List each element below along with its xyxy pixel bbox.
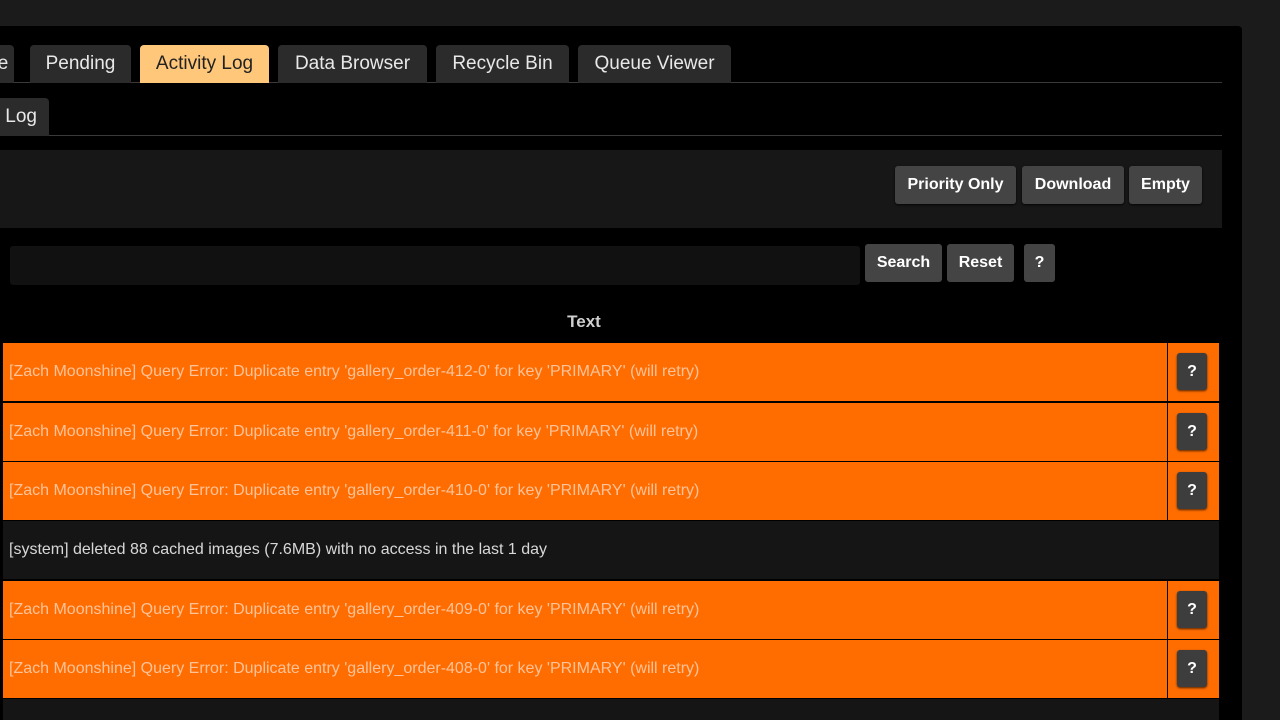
log-row: [Zach Moonshine] Query Error: Duplicate … — [3, 640, 1219, 698]
tab-partial[interactable]: e — [0, 45, 14, 83]
row-help-button[interactable]: ? — [1177, 353, 1207, 390]
log-row-system: [system] deleted 88 cached images (7.6MB… — [3, 521, 1219, 579]
secondary-tab-bar: Log — [0, 98, 1222, 136]
log-row: [Zach Moonshine] Query Error: Duplicate … — [3, 581, 1219, 639]
log-row-partial — [3, 699, 1219, 720]
log-row-text: [Zach Moonshine] Query Error: Duplicate … — [9, 482, 700, 499]
tab-data-browser[interactable]: Data Browser — [278, 45, 427, 83]
log-row-text: [Zach Moonshine] Query Error: Duplicate … — [9, 363, 700, 380]
row-help-button[interactable]: ? — [1177, 413, 1207, 450]
reset-button[interactable]: Reset — [947, 244, 1014, 282]
search-button[interactable]: Search — [865, 244, 942, 282]
tab-queue-viewer[interactable]: Queue Viewer — [578, 45, 731, 83]
search-input[interactable] — [10, 246, 860, 285]
row-divider — [1167, 403, 1168, 461]
row-divider — [1167, 343, 1168, 401]
tab-recycle-bin[interactable]: Recycle Bin — [436, 45, 569, 83]
log-row-text: [Zach Moonshine] Query Error: Duplicate … — [9, 660, 700, 677]
primary-tab-bar: e Pending Activity Log Data Browser Recy… — [0, 45, 1222, 83]
help-button[interactable]: ? — [1024, 244, 1055, 282]
log-row: [Zach Moonshine] Query Error: Duplicate … — [3, 343, 1219, 401]
download-button[interactable]: Download — [1022, 166, 1124, 204]
tab-activity-log[interactable]: Activity Log — [140, 45, 269, 83]
row-help-button[interactable]: ? — [1177, 591, 1207, 628]
priority-only-button[interactable]: Priority Only — [895, 166, 1016, 204]
row-help-button[interactable]: ? — [1177, 650, 1207, 687]
row-divider — [1167, 462, 1168, 520]
log-row-text: [Zach Moonshine] Query Error: Duplicate … — [9, 601, 700, 618]
tab-log[interactable]: Log — [0, 98, 49, 136]
row-divider — [1167, 640, 1168, 698]
column-header-text: Text — [567, 312, 601, 331]
log-row: [Zach Moonshine] Query Error: Duplicate … — [3, 462, 1219, 520]
row-help-button[interactable]: ? — [1177, 472, 1207, 509]
log-toolbar: Priority Only Download Empty — [0, 150, 1222, 228]
log-row-text: [system] deleted 88 cached images (7.6MB… — [9, 541, 548, 558]
empty-button[interactable]: Empty — [1129, 166, 1202, 204]
row-divider — [1167, 581, 1168, 639]
log-row: [Zach Moonshine] Query Error: Duplicate … — [3, 403, 1219, 461]
tab-pending[interactable]: Pending — [30, 45, 131, 83]
log-row-text: [Zach Moonshine] Query Error: Duplicate … — [9, 423, 699, 440]
